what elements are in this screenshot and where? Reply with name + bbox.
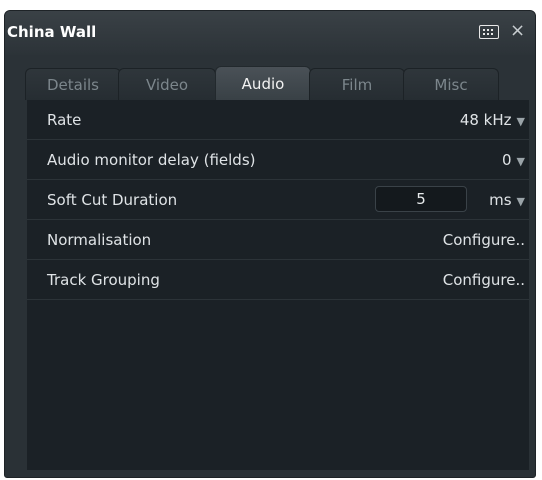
close-icon[interactable]: × (510, 20, 525, 42)
track-grouping-row: Track Grouping Configure.. (27, 260, 529, 300)
track-grouping-label: Track Grouping (47, 271, 160, 289)
normalisation-configure-button[interactable]: Configure.. (443, 231, 525, 249)
window-title: China Wall (7, 23, 97, 41)
rate-value: 48 kHz (459, 111, 512, 129)
audio-monitor-delay-label: Audio monitor delay (fields) (47, 151, 256, 169)
rate-dropdown[interactable]: 48 kHz ▼ (460, 111, 525, 129)
audio-settings-panel: Rate 48 kHz ▼ Audio monitor delay (fields… (27, 100, 529, 470)
china-wall-window: China Wall × Details Video Audio Film Mi… (4, 10, 536, 478)
soft-cut-duration-row: Soft Cut Duration 5 ms ▼ (27, 180, 529, 220)
tab-audio[interactable]: Audio (215, 66, 311, 101)
normalisation-label: Normalisation (47, 231, 152, 249)
audio-monitor-delay-value: 0 (501, 151, 512, 169)
audio-monitor-delay-dropdown[interactable]: 0 ▼ (502, 151, 525, 169)
audio-monitor-delay-row: Audio monitor delay (fields) 0 ▼ (27, 140, 529, 180)
soft-cut-duration-input[interactable]: 5 (375, 186, 467, 212)
tab-video[interactable]: Video (118, 68, 216, 100)
keyboard-icon[interactable] (479, 25, 499, 39)
chevron-down-icon: ▼ (516, 115, 525, 128)
title-bar[interactable]: China Wall × (5, 11, 535, 56)
track-grouping-configure-button[interactable]: Configure.. (443, 271, 525, 289)
tab-film[interactable]: Film (309, 68, 405, 100)
tab-bar: Details Video Audio Film Misc (5, 55, 535, 101)
soft-cut-unit-dropdown[interactable]: ms ▼ (489, 191, 525, 209)
normalisation-row: Normalisation Configure.. (27, 220, 529, 260)
rate-row: Rate 48 kHz ▼ (27, 100, 529, 140)
rate-label: Rate (47, 111, 82, 129)
soft-cut-duration-label: Soft Cut Duration (47, 191, 178, 209)
chevron-down-icon: ▼ (516, 155, 525, 168)
tab-misc[interactable]: Misc (403, 68, 499, 100)
soft-cut-unit: ms (489, 191, 512, 209)
chevron-down-icon: ▼ (516, 195, 525, 208)
tab-details[interactable]: Details (25, 68, 121, 100)
